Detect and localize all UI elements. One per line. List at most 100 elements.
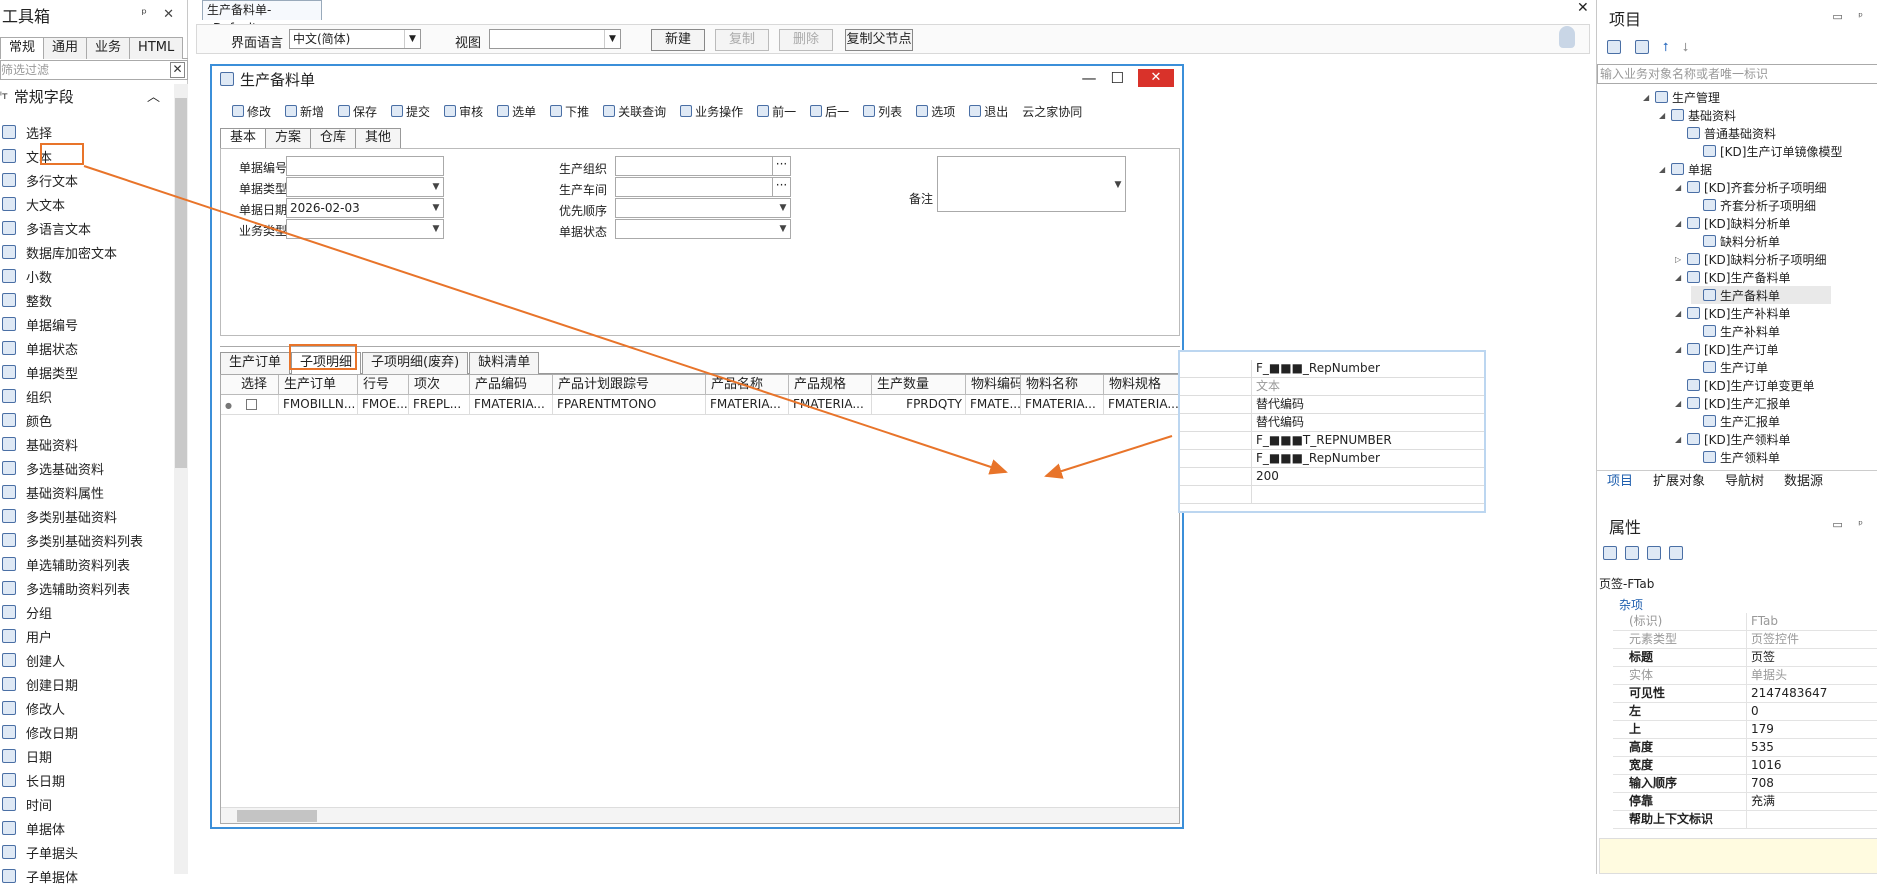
property-row[interactable]: 实体 单据头 bbox=[1613, 667, 1877, 685]
business-object-icon bbox=[1687, 379, 1700, 391]
tree-node-label: 缺料分析单 bbox=[1720, 234, 1781, 249]
tree-node-label: [KD]生产备料单 bbox=[1704, 270, 1791, 285]
events-icon[interactable] bbox=[1669, 546, 1683, 560]
tree-node[interactable]: ◢ 单据 bbox=[1659, 160, 1712, 178]
property-row[interactable]: 停靠 充满 bbox=[1613, 793, 1877, 811]
tree-node[interactable]: ◢ 生产管理 bbox=[1643, 88, 1720, 106]
property-pages-icon[interactable] bbox=[1647, 546, 1661, 560]
business-object-icon bbox=[1687, 253, 1700, 265]
property-row[interactable]: 元素类型 页签控件 bbox=[1613, 631, 1877, 649]
property-value[interactable]: 179 bbox=[1747, 721, 1774, 738]
business-object-icon bbox=[1703, 199, 1716, 211]
arrow-down-icon[interactable]: ⭣ bbox=[1683, 40, 1689, 55]
tree-node-label: [KD]生产订单镜像模型 bbox=[1720, 144, 1843, 159]
property-value[interactable]: 535 bbox=[1747, 739, 1774, 756]
arrow-line bbox=[83, 165, 1008, 475]
tree-node[interactable]: ◢ [KD]生产领料单 bbox=[1675, 430, 1790, 448]
tree-node[interactable]: 生产补料单 bbox=[1691, 322, 1780, 340]
copy-icon[interactable] bbox=[1635, 40, 1649, 54]
business-object-icon bbox=[1687, 433, 1700, 445]
expand-toggle-icon[interactable]: ◢ bbox=[1675, 183, 1683, 192]
property-row[interactable]: 宽度 1016 bbox=[1613, 757, 1877, 775]
expand-toggle-icon[interactable]: ◢ bbox=[1675, 273, 1683, 282]
sort-alpha-icon[interactable] bbox=[1625, 546, 1639, 560]
tree-node[interactable]: 生产备料单 bbox=[1691, 286, 1831, 304]
expand-toggle-icon[interactable]: ◢ bbox=[1675, 219, 1683, 228]
property-row[interactable]: 帮助上下文标识 bbox=[1613, 811, 1877, 829]
property-value[interactable]: 页签 bbox=[1747, 649, 1775, 666]
property-name: 停靠 bbox=[1613, 793, 1747, 810]
tree-node-label: 生产补料单 bbox=[1720, 324, 1781, 339]
property-value[interactable]: 单据头 bbox=[1747, 667, 1787, 684]
refresh-icon[interactable] bbox=[1607, 40, 1621, 54]
property-value[interactable]: 充满 bbox=[1747, 793, 1775, 810]
property-row[interactable]: (标识) FTab bbox=[1613, 613, 1877, 631]
tree-node[interactable]: ◢ [KD]生产备料单 bbox=[1675, 268, 1790, 286]
expand-toggle-icon[interactable]: ◢ bbox=[1659, 165, 1667, 174]
tree-node[interactable]: 生产汇报单 bbox=[1691, 412, 1780, 430]
property-value[interactable]: 708 bbox=[1747, 775, 1774, 792]
property-row[interactable]: 左0 bbox=[1613, 703, 1877, 721]
property-row[interactable]: 上 179 bbox=[1613, 721, 1877, 739]
tree-node[interactable]: ◢ [KD]生产补料单 bbox=[1675, 304, 1790, 322]
tree-node-label: 生产领料单 bbox=[1720, 450, 1781, 465]
tree-node[interactable]: 缺料分析单 bbox=[1691, 232, 1780, 250]
property-name: 高度 bbox=[1613, 739, 1747, 756]
expand-toggle-icon[interactable]: ◢ bbox=[1643, 93, 1651, 102]
property-row[interactable]: 可见性 2147483647 bbox=[1613, 685, 1877, 703]
project-title: 项目 bbox=[1609, 10, 1642, 29]
tab-project[interactable]: 项目 bbox=[1597, 471, 1643, 495]
property-row[interactable]: 标题 页签 bbox=[1613, 649, 1877, 667]
business-object-icon bbox=[1703, 235, 1716, 247]
tree-node[interactable]: 生产订单 bbox=[1691, 358, 1768, 376]
tree-node[interactable]: [KD]生产订单镜像模型 bbox=[1691, 142, 1842, 160]
property-value[interactable]: 2147483647 bbox=[1747, 685, 1827, 702]
pin-close-icon[interactable]: ▭ ᵖ bbox=[1832, 10, 1869, 23]
property-value[interactable]: 0 bbox=[1747, 703, 1759, 720]
expand-toggle-icon[interactable]: ◢ bbox=[1659, 111, 1667, 120]
pin-close-icon[interactable]: ▭ ᵖ bbox=[1832, 518, 1869, 531]
tree-node[interactable]: ◢ 基础资料 bbox=[1659, 106, 1736, 124]
expand-toggle-icon[interactable]: ▷ bbox=[1675, 255, 1683, 264]
expand-toggle-icon[interactable]: ◢ bbox=[1675, 399, 1683, 408]
property-name: 上 bbox=[1613, 721, 1747, 738]
business-object-icon bbox=[1687, 181, 1700, 193]
property-name: 宽度 bbox=[1613, 757, 1747, 774]
project-search-input[interactable]: 输入业务对象名称或者唯一标识 bbox=[1597, 64, 1877, 84]
arrow-up-icon[interactable]: ⭡ bbox=[1663, 40, 1669, 55]
project-panel: 项目 ▭ ᵖ ⭡ ⭣ 输入业务对象名称或者唯一标识 ◢ 生产管理 ◢ 基础资料 普通基础… bbox=[1596, 0, 1877, 874]
property-row[interactable]: 高度 535 bbox=[1613, 739, 1877, 757]
project-toolbar: ⭡ ⭣ bbox=[1607, 40, 1688, 55]
expand-toggle-icon[interactable]: ◢ bbox=[1675, 435, 1683, 444]
business-object-icon bbox=[1703, 361, 1716, 373]
expand-toggle-icon[interactable]: ◢ bbox=[1675, 309, 1683, 318]
properties-title: 属性 bbox=[1609, 518, 1642, 537]
expand-toggle-icon[interactable]: ◢ bbox=[1675, 345, 1683, 354]
property-value[interactable]: 页签控件 bbox=[1747, 631, 1799, 648]
tree-node[interactable]: 生产领料单 bbox=[1691, 448, 1780, 466]
property-row[interactable]: 输入顺序 708 bbox=[1613, 775, 1877, 793]
tree-node[interactable]: ◢ [KD]生产汇报单 bbox=[1675, 394, 1790, 412]
tree-node-label: [KD]生产汇报单 bbox=[1704, 396, 1791, 411]
tree-node-label: [KD]生产订单变更单 bbox=[1704, 378, 1815, 393]
tree-node[interactable]: ▷ [KD]缺料分析子项明细 bbox=[1675, 250, 1826, 268]
tab-datasource[interactable]: 数据源 bbox=[1774, 471, 1833, 495]
tree-node[interactable]: [KD]生产订单变更单 bbox=[1675, 376, 1814, 394]
tree-node[interactable]: ◢ [KD]生产订单 bbox=[1675, 340, 1778, 358]
property-value[interactable]: 1016 bbox=[1747, 757, 1782, 774]
business-object-icon bbox=[1655, 91, 1668, 103]
categorized-icon[interactable] bbox=[1603, 546, 1617, 560]
tree-node[interactable]: ◢ [KD]齐套分析子项明细 bbox=[1675, 178, 1826, 196]
tree-node[interactable]: 齐套分析子项明细 bbox=[1691, 196, 1816, 214]
business-object-icon bbox=[1703, 451, 1716, 463]
tree-node-label: 生产管理 bbox=[1672, 90, 1721, 105]
property-name: 标题 bbox=[1613, 649, 1747, 666]
property-value[interactable] bbox=[1747, 811, 1751, 828]
tab-extension[interactable]: 扩展对象 bbox=[1643, 471, 1715, 495]
property-value[interactable]: FTab bbox=[1747, 613, 1778, 630]
tree-node[interactable]: ◢ [KD]缺料分析单 bbox=[1675, 214, 1790, 232]
tree-node-label: 单据 bbox=[1688, 162, 1713, 177]
business-object-icon bbox=[1687, 271, 1700, 283]
tab-nav-tree[interactable]: 导航树 bbox=[1715, 471, 1774, 495]
tree-node[interactable]: 普通基础资料 bbox=[1675, 124, 1776, 142]
